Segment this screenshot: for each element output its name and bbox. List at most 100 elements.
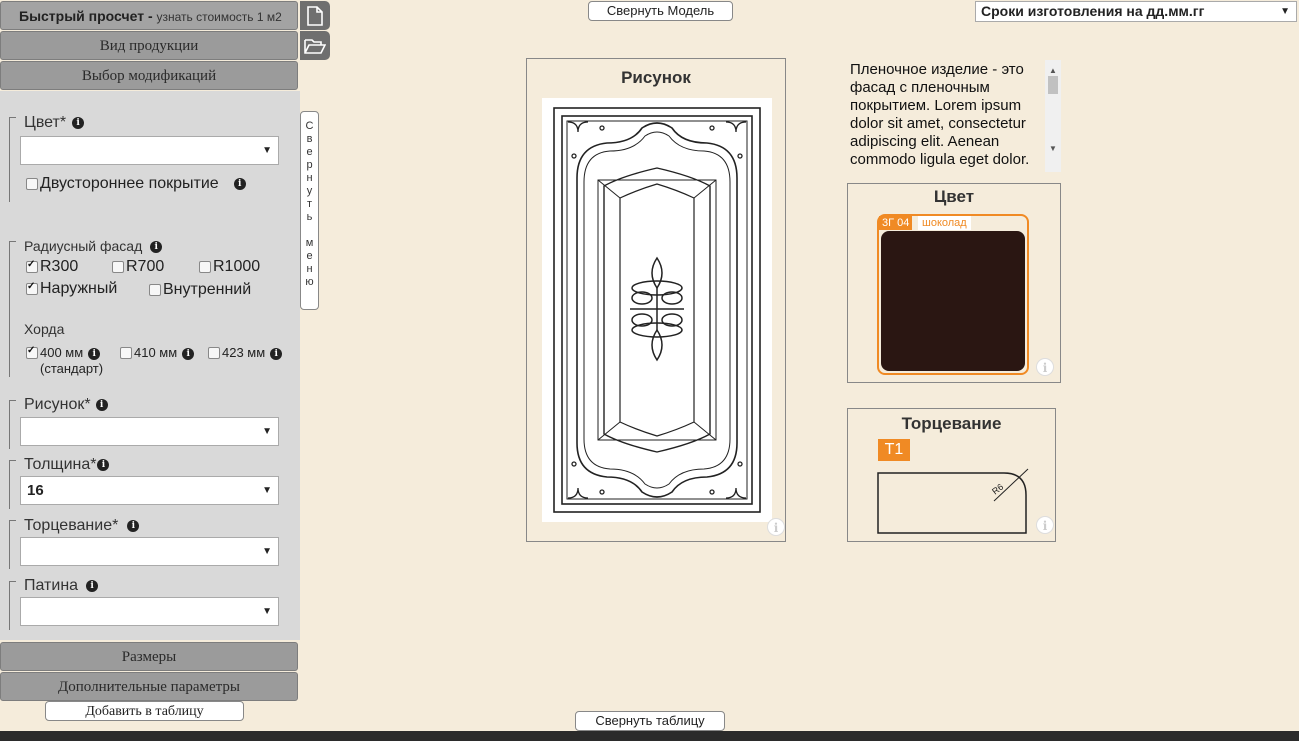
chevron-down-icon: ▼ xyxy=(262,546,272,557)
double-side-checkbox[interactable]: Двустороннее покрытие i xyxy=(26,175,246,193)
sizes-header[interactable]: Размеры xyxy=(0,642,298,671)
color-label-text: Цвет* xyxy=(24,114,67,131)
extra-params-header[interactable]: Дополнительные параметры xyxy=(0,672,298,701)
info-icon[interactable]: i xyxy=(95,398,108,411)
pattern-label: Рисунок* i xyxy=(24,396,108,414)
info-icon[interactable]: i xyxy=(270,347,283,360)
info-icon[interactable]: i xyxy=(72,116,85,129)
chevron-down-icon: ▼ xyxy=(1280,6,1290,17)
description-scrollbar[interactable]: ▲ ▼ xyxy=(1045,60,1061,172)
color-preview-title: Цвет xyxy=(933,187,975,206)
edging-preview-title: Торцевание xyxy=(901,414,1002,433)
new-file-button[interactable] xyxy=(300,1,330,30)
checkbox-box[interactable] xyxy=(199,261,211,273)
color-swatch-frame[interactable]: 3Г 04 шоколад xyxy=(877,214,1029,375)
info-icon[interactable]: i xyxy=(127,519,140,532)
add-to-table-button[interactable]: Добавить в таблицу xyxy=(45,701,244,721)
deadline-select[interactable]: Сроки изготовления на дд.мм.гг ▼ xyxy=(975,1,1297,22)
r1000-checkbox[interactable]: R1000 xyxy=(199,258,260,276)
info-icon[interactable]: i xyxy=(767,518,785,536)
quick-calc-subtitle: узнать стоимость 1 м2 xyxy=(156,10,282,24)
checkbox-box[interactable] xyxy=(149,284,161,296)
r700-checkbox[interactable]: R700 xyxy=(112,258,164,276)
checkbox-box-checked[interactable] xyxy=(26,281,38,295)
collapse-menu-char: н xyxy=(306,263,313,275)
bottom-bar xyxy=(0,731,1299,741)
pattern-label-text: Рисунок* xyxy=(24,396,91,413)
collapse-menu-char: т xyxy=(306,198,313,210)
inner-label: Внутренний xyxy=(163,281,252,298)
checkbox-box[interactable] xyxy=(208,347,220,359)
collapse-menu-char: н xyxy=(306,172,313,184)
edging-label: Торцевание* i xyxy=(24,517,140,535)
checkbox-box[interactable] xyxy=(26,178,38,190)
chord-label: Хорда xyxy=(24,321,65,337)
checkbox-box[interactable] xyxy=(112,261,124,273)
collapse-menu-char: е xyxy=(306,146,313,158)
edging-preview-panel: Торцевание T1 R6 i xyxy=(847,408,1056,542)
fieldset-border xyxy=(9,117,16,202)
color-label: Цвет* i xyxy=(24,114,85,132)
info-icon[interactable]: i xyxy=(150,241,163,254)
r700-label: R700 xyxy=(126,258,165,275)
edging-radius-label: R6 xyxy=(990,482,1005,497)
collapse-table-button[interactable]: Свернуть таблицу xyxy=(575,711,725,731)
edging-select[interactable]: ▼ xyxy=(20,537,279,566)
checkbox-box[interactable] xyxy=(120,347,132,359)
color-select[interactable]: ▼ xyxy=(20,136,279,165)
pattern-select[interactable]: ▼ xyxy=(20,417,279,446)
info-icon[interactable]: i xyxy=(97,458,110,471)
chord-400-label: 400 мм xyxy=(40,345,84,360)
modifications-header[interactable]: Выбор модификаций xyxy=(0,61,298,90)
info-icon[interactable]: i xyxy=(86,579,99,592)
chevron-down-icon: ▼ xyxy=(262,485,272,496)
chevron-down-icon: ▼ xyxy=(262,426,272,437)
product-type-header[interactable]: Вид продукции xyxy=(0,31,298,60)
outer-checkbox[interactable]: Наружный xyxy=(26,280,117,298)
fieldset-border xyxy=(9,241,16,377)
color-name-tag: шоколад xyxy=(918,216,971,230)
info-icon[interactable]: i xyxy=(88,347,101,360)
patina-label: Патина i xyxy=(24,577,99,595)
description-text: Пленочное изделие - это фасад с пленочны… xyxy=(850,61,1030,168)
r300-label: R300 xyxy=(40,258,79,275)
info-icon[interactable]: i xyxy=(182,347,195,360)
checkbox-box-checked[interactable] xyxy=(26,345,38,359)
product-description[interactable]: Пленочное изделие - это фасад с пленочны… xyxy=(847,60,1061,172)
scroll-thumb[interactable] xyxy=(1048,76,1058,94)
thickness-label-text: Толщина* xyxy=(24,456,97,473)
sidebar: Быстрый просчет - узнать стоимость 1 м2 … xyxy=(0,0,300,731)
checkbox-box-checked[interactable] xyxy=(26,259,38,273)
quick-calc-header[interactable]: Быстрый просчет - узнать стоимость 1 м2 xyxy=(0,1,298,30)
inner-checkbox[interactable]: Внутренний xyxy=(149,281,251,299)
info-icon[interactable]: i xyxy=(233,177,246,190)
chord-423-checkbox[interactable]: 423 мм i xyxy=(208,345,283,360)
info-icon[interactable]: i xyxy=(1036,516,1054,534)
deadline-value: Сроки изготовления на дд.мм.гг xyxy=(981,3,1205,19)
thickness-select[interactable]: 16 ▼ xyxy=(20,476,279,505)
collapse-menu-char: ю xyxy=(305,276,314,288)
radius-label: Радиусный фасад i xyxy=(24,238,163,254)
pattern-preview-panel: Рисунок i xyxy=(526,58,786,542)
file-icon xyxy=(307,5,323,26)
double-side-label: Двустороннее покрытие xyxy=(40,175,219,192)
thickness-label: Толщина* i xyxy=(24,456,110,474)
fieldset-border xyxy=(9,581,16,630)
patina-select[interactable]: ▼ xyxy=(20,597,279,626)
chord-standard-label: (стандарт) xyxy=(40,361,104,376)
chord-410-checkbox[interactable]: 410 мм i xyxy=(120,345,195,360)
pattern-preview-title: Рисунок xyxy=(621,68,691,87)
collapse-menu-char: е xyxy=(306,250,313,262)
open-file-button[interactable] xyxy=(300,31,330,60)
edging-profile-drawing: R6 xyxy=(877,468,1029,534)
patina-label-text: Патина xyxy=(24,577,79,594)
chevron-down-icon: ▼ xyxy=(262,606,272,617)
info-icon[interactable]: i xyxy=(1036,358,1054,376)
collapse-menu-button[interactable]: С в е р н у т ь м е н ю xyxy=(300,111,319,310)
scroll-down-icon[interactable]: ▼ xyxy=(1049,140,1057,158)
outer-label: Наружный xyxy=(40,280,118,297)
collapse-model-button[interactable]: Свернуть Модель xyxy=(588,1,733,21)
collapse-menu-char: ь xyxy=(306,211,313,223)
chord-400-checkbox[interactable]: 400 мм i xyxy=(26,345,101,360)
r300-checkbox[interactable]: R300 xyxy=(26,258,78,276)
